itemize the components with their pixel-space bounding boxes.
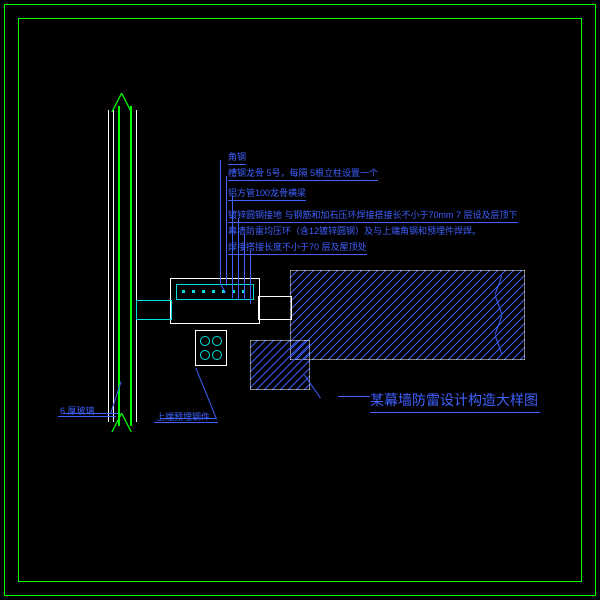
break-line-icon: ╱╲ (112, 420, 131, 428)
connector-bolt-tl (200, 336, 210, 346)
break-line-icon: ╱╲ (112, 100, 131, 108)
anno-embed-underline (154, 422, 218, 423)
bolt-1 (182, 290, 185, 293)
leader-l6 (250, 250, 251, 304)
glass-face-outer2 (108, 110, 109, 422)
concrete-slab (290, 270, 525, 360)
connector-body (195, 330, 227, 366)
bolt-2 (192, 290, 195, 293)
connector-bolt-tr (212, 336, 222, 346)
glass-face-outer (113, 110, 114, 422)
transom (136, 300, 172, 320)
connector-bolt-bl (200, 350, 210, 360)
glass-face-inner (136, 110, 137, 422)
drawing-title: 某幕墙防雷设计构造大样图 (370, 390, 538, 413)
leader-l2 (226, 176, 227, 286)
embed-plate (258, 296, 292, 320)
drawing-title-underline2 (370, 412, 540, 413)
mullion-line-2 (130, 106, 132, 426)
leader-l1 (220, 160, 221, 284)
title-leader-h (338, 396, 370, 397)
cad-canvas: ╱╲ ╱╲ (0, 0, 600, 600)
anno-l6: 焊接搭接长度不小于70 层及屋顶处 (228, 240, 367, 255)
connector-bolt-br (212, 350, 222, 360)
anno-l4: 镀锌圆钢接地 与钢筋和加石压环焊接搭接长不小于70mm 7 层设及层顶下 (228, 208, 518, 223)
anno-l2: 槽钢龙骨 5号，每隔 5根立柱设置一个 (228, 166, 378, 181)
mullion-line-1 (118, 106, 120, 426)
bolt-4 (212, 290, 215, 293)
anno-l1: 角钢 (228, 150, 246, 165)
concrete-ledge (250, 340, 310, 390)
anno-l5: 幕墙防雷均压环（含12镀锌圆钢）及与上端角钢和预埋件焊焊。 (228, 224, 481, 237)
anno-glass-underline (58, 416, 116, 417)
anno-l3: 铝方管100龙骨横梁 (228, 186, 306, 201)
bolt-3 (202, 290, 205, 293)
